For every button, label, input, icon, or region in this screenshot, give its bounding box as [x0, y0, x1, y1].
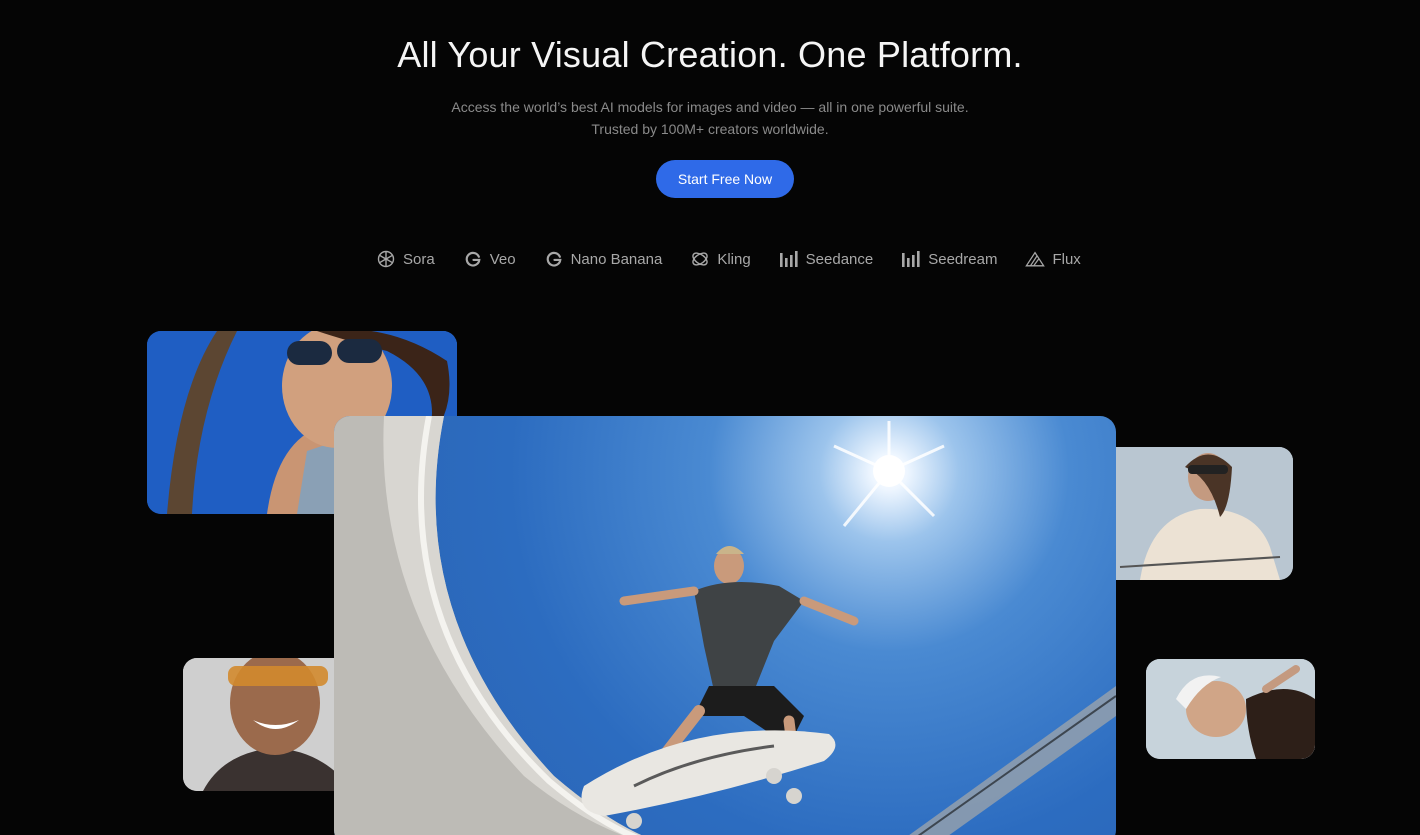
bar-chart-icon: [779, 249, 799, 269]
hero-title: All Your Visual Creation. One Platform.: [397, 34, 1023, 75]
model-label: Kling: [717, 250, 751, 268]
model-item-flux[interactable]: Flux: [1025, 249, 1081, 269]
bar-chart-icon: [901, 249, 921, 269]
hero-subtitle-line-1: Access the world’s best AI models for im…: [451, 99, 969, 115]
model-label: Flux: [1052, 250, 1081, 268]
model-item-veo[interactable]: Veo: [463, 249, 516, 269]
model-item-seedance[interactable]: Seedance: [779, 249, 874, 269]
start-free-button[interactable]: Start Free Now: [656, 160, 794, 198]
showcase-image-lying-woman: [1146, 659, 1315, 759]
triangle-icon: [1025, 249, 1046, 269]
model-item-seedream[interactable]: Seedream: [901, 249, 997, 269]
model-label: Sora: [403, 250, 435, 268]
model-label: Seedance: [805, 250, 874, 268]
hero-subtitle-line-2: Trusted by 100M+ creators worldwide.: [591, 121, 829, 137]
hero-subtitle: Access the world’s best AI models for im…: [0, 96, 1420, 140]
model-item-nano-banana[interactable]: Nano Banana: [544, 249, 663, 269]
model-label: Veo: [489, 250, 516, 268]
model-item-kling[interactable]: Kling: [690, 249, 751, 269]
model-label: Seedream: [928, 250, 998, 268]
google-g-icon: [463, 249, 483, 269]
model-item-sora[interactable]: Sora: [376, 249, 435, 269]
model-list: Sora Veo Nano Banana Kling Seedance Seed…: [376, 247, 1081, 271]
showcase-image-skateboarder: [334, 416, 1116, 835]
kling-swirl-icon: [690, 249, 710, 269]
openai-knot-icon: [376, 249, 396, 269]
model-label: Nano Banana: [570, 250, 663, 268]
landing-page: All Your Visual Creation. One Platform. …: [0, 0, 1420, 835]
google-g-icon: [544, 249, 564, 269]
